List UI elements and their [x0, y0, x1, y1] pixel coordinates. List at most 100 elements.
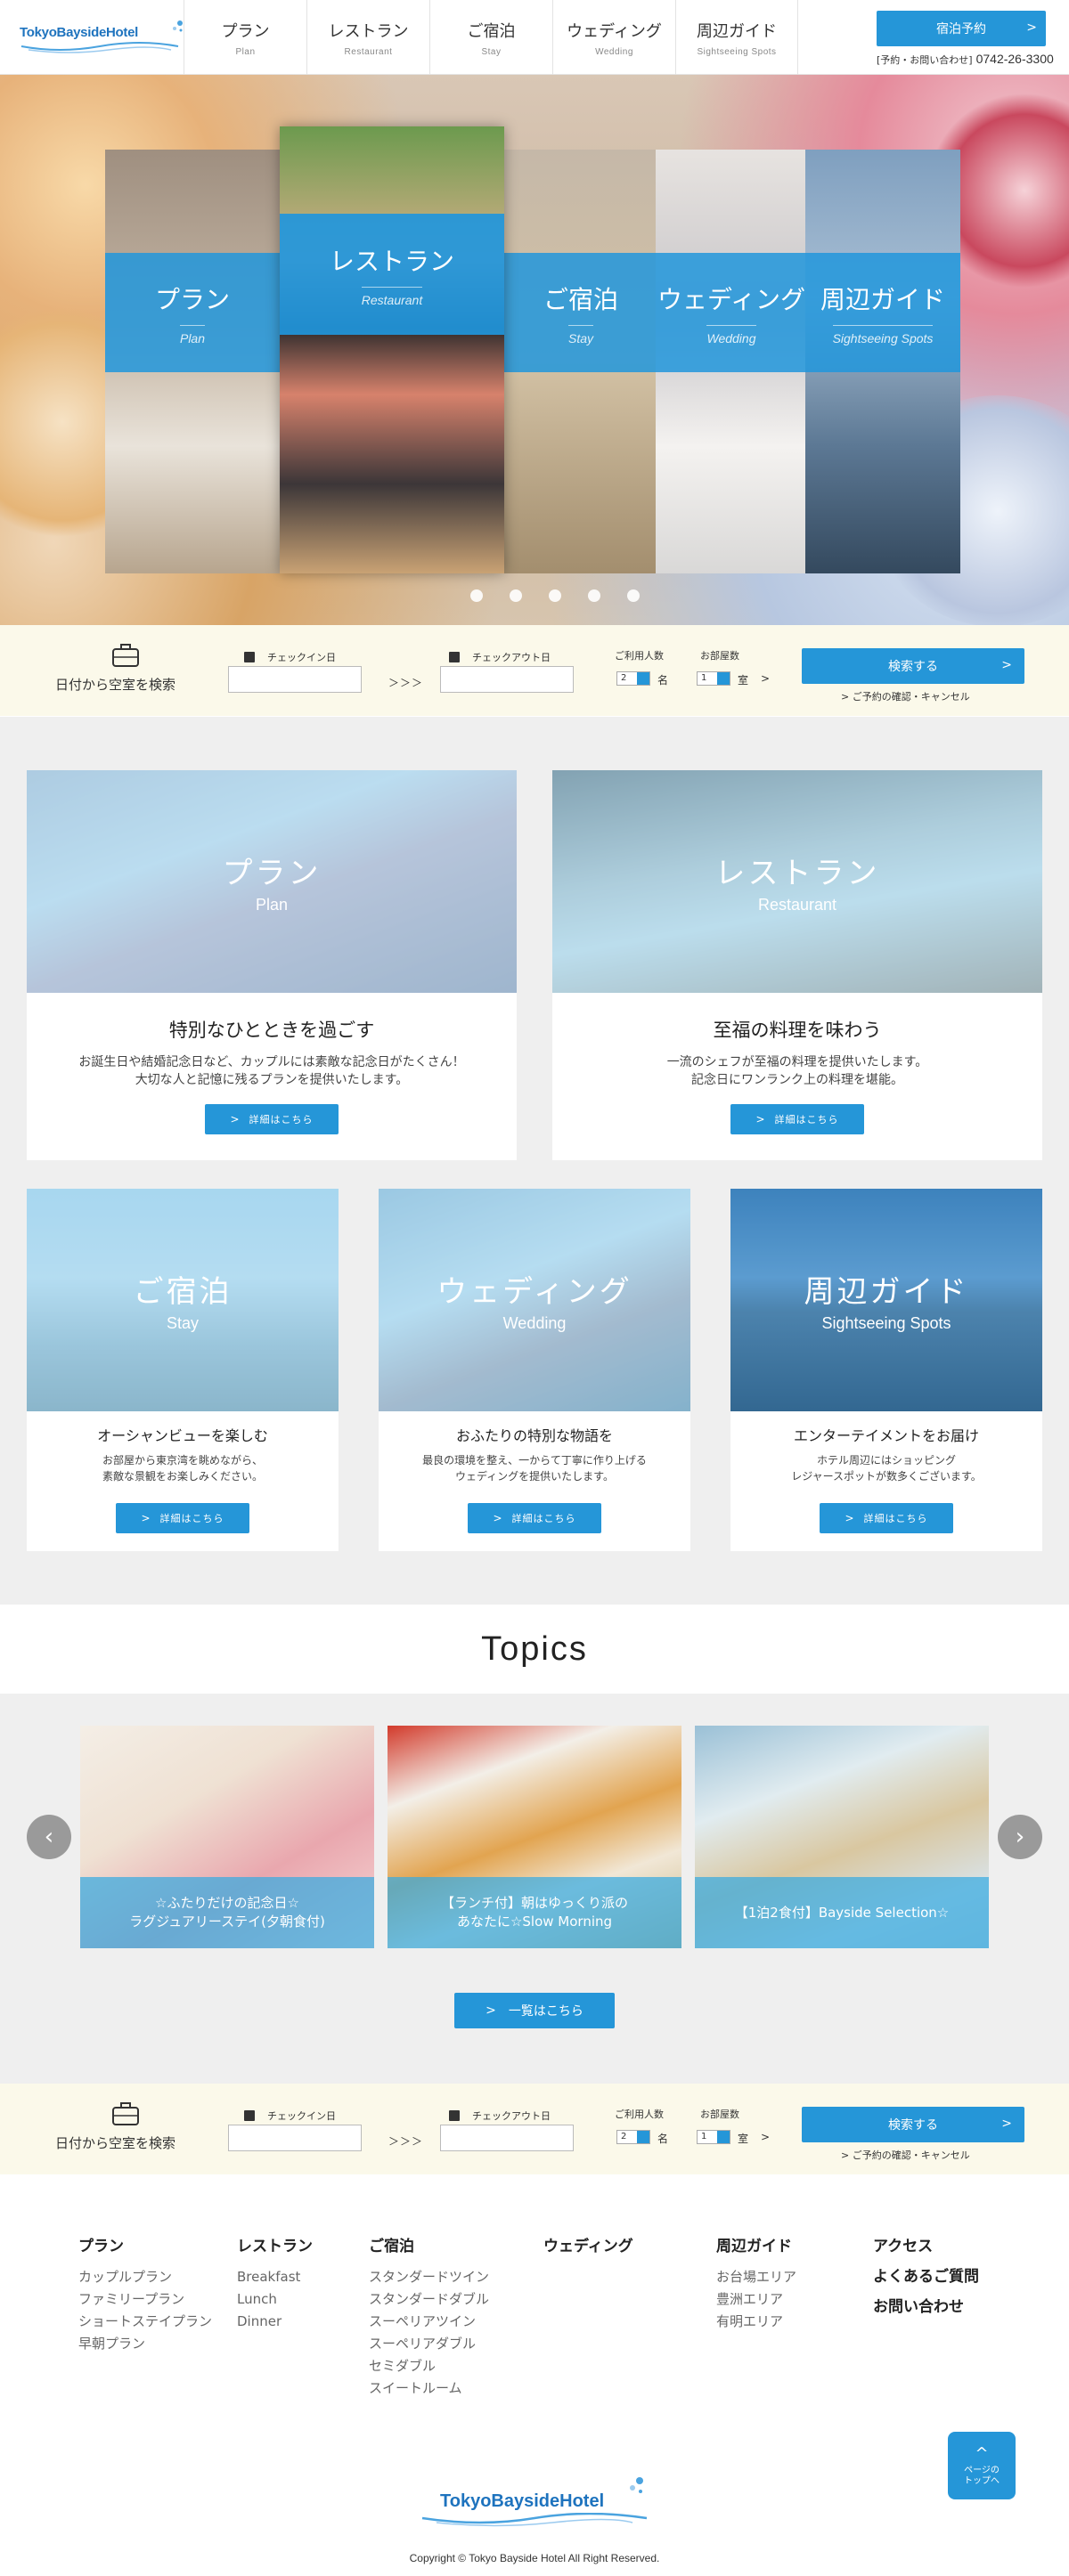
card-image[interactable]: ご宿泊 Stay	[27, 1189, 339, 1411]
footer-link[interactable]: カップルプラン	[78, 2266, 212, 2288]
logo-wave-icon	[421, 2513, 648, 2527]
card-image[interactable]: 周辺ガイド Sightseeing Spots	[730, 1189, 1042, 1411]
hero-panel-sightseeing[interactable]: 周辺ガイド Sightseeing Spots	[805, 150, 960, 573]
reservation-confirm-link[interactable]: > ご予約の確認・キャンセル	[841, 689, 970, 703]
footer-column-wedding: ウェディング	[543, 2233, 633, 2266]
topic-item[interactable]: 【1泊2食付】Bayside Selection☆	[695, 1726, 989, 1948]
card-overlay-subtitle: Restaurant	[757, 896, 837, 914]
footer-column-restaurant: レストラン Breakfast Lunch Dinner	[237, 2233, 313, 2333]
footer-link[interactable]: Dinner	[237, 2311, 313, 2333]
rooms-select[interactable]: 1	[697, 2130, 730, 2144]
card-more-button[interactable]: > 詳細はこちら	[820, 1503, 953, 1533]
footer-link[interactable]: Breakfast	[237, 2266, 313, 2288]
rooms-unit: 室	[738, 2133, 749, 2145]
chevron-right-icon: >	[493, 1512, 503, 1524]
rooms-select[interactable]: 1	[697, 671, 730, 686]
footer-link[interactable]: ショートステイプラン	[78, 2311, 212, 2333]
hero-panel-plan[interactable]: プラン Plan	[105, 150, 280, 573]
footer-link[interactable]: スイートルーム	[369, 2377, 489, 2400]
card-more-button[interactable]: > 詳細はこちら	[205, 1104, 339, 1134]
hero-panel-restaurant[interactable]: レストラン Restaurant	[280, 126, 504, 573]
logo-wave-icon	[20, 42, 179, 53]
footer-link[interactable]: スタンダードダブル	[369, 2288, 489, 2311]
carousel-prev-button[interactable]: ‹	[27, 1815, 71, 1859]
hero-panel-subtitle: Plan	[179, 324, 206, 345]
footer-contact-link[interactable]: お問い合わせ	[873, 2292, 979, 2322]
nav-item-sightseeing[interactable]: 周辺ガイド Sightseeing Spots	[675, 0, 798, 75]
footer-link[interactable]: ファミリープラン	[78, 2288, 212, 2311]
chevron-right-icon: >	[761, 2131, 771, 2143]
footer-link[interactable]: セミダブル	[369, 2355, 489, 2377]
site-logo[interactable]: TokyoBaysideHotel	[20, 20, 183, 55]
carousel-next-button[interactable]: ›	[998, 1815, 1042, 1859]
footer-link[interactable]: 豊洲エリア	[716, 2288, 796, 2311]
copyright: Copyright © Tokyo Bayside Hotel All Righ…	[409, 2552, 660, 2564]
nav-item-stay[interactable]: ご宿泊 Stay	[429, 0, 552, 75]
logo-text: TokyoBaysideHotel	[20, 25, 138, 40]
page-top-label: ページの トップへ	[964, 2465, 1000, 2486]
guests-label: ご利用人数	[615, 2109, 664, 2120]
topic-item[interactable]: 【ランチ付】朝はゆっくり派の あなたに☆Slow Morning	[388, 1726, 681, 1948]
footer-heading[interactable]: レストラン	[237, 2233, 313, 2255]
checkin-label: チェックイン日	[244, 650, 336, 664]
contact-label: [予約・お問い合わせ]	[877, 54, 973, 66]
checkin-date-field[interactable]	[228, 2125, 362, 2151]
nav-item-wedding[interactable]: ウェディング Wedding	[552, 0, 675, 75]
hero-panel-title: 周辺ガイド	[820, 284, 945, 314]
guests-select[interactable]: 2	[616, 2130, 650, 2144]
topic-caption: 【ランチ付】朝はゆっくり派の あなたに☆Slow Morning	[388, 1877, 681, 1948]
page-top-button[interactable]: ^ ページの トップへ	[948, 2432, 1016, 2499]
slider-dot[interactable]	[470, 589, 483, 602]
slider-dot[interactable]	[588, 589, 600, 602]
chevron-right-icon: >	[755, 1113, 766, 1125]
checkin-label: チェックイン日	[244, 2109, 336, 2123]
date-range-arrows: ＞＞＞	[388, 677, 424, 689]
topic-item[interactable]: ☆ふたりだけの記念日☆ ラグジュアリーステイ(夕朝食付)	[80, 1726, 374, 1948]
slider-dot[interactable]	[549, 589, 561, 602]
reservation-confirm-link[interactable]: > ご予約の確認・キャンセル	[841, 2148, 970, 2162]
card-more-button[interactable]: > 詳細はこちら	[468, 1503, 601, 1533]
checkout-date-field[interactable]	[440, 2125, 574, 2151]
footer-link[interactable]: スーペリアダブル	[369, 2333, 489, 2355]
footer-heading[interactable]: プラン	[78, 2233, 212, 2255]
card-more-button[interactable]: > 詳細はこちら	[730, 1104, 864, 1134]
vacancy-search-bar-bottom: 日付から空室を検索 チェックイン日 ＞＞＞ チェックアウト日 ご利用人数 2 名…	[0, 2084, 1069, 2174]
card-image-overlay: ウェディング Wedding	[379, 1189, 690, 1411]
search-submit-button[interactable]: 検索する >	[802, 648, 1024, 684]
nav-label: 周辺ガイド	[697, 21, 777, 41]
checkout-label: チェックアウト日	[449, 650, 551, 664]
footer-link[interactable]: 有明エリア	[716, 2311, 796, 2333]
reserve-button[interactable]: 宿泊予約 >	[877, 11, 1046, 46]
footer-faq-link[interactable]: よくあるご質問	[873, 2262, 979, 2292]
hero-panel-stay[interactable]: ご宿泊 Stay	[502, 150, 659, 573]
footer-heading[interactable]: 周辺ガイド	[716, 2233, 796, 2255]
footer-logo[interactable]: TokyoBaysideHotel	[419, 2475, 650, 2529]
nav-item-plan[interactable]: プラン Plan	[184, 0, 306, 75]
card-image[interactable]: プラン Plan	[27, 770, 517, 993]
slider-dot[interactable]	[627, 589, 640, 602]
hero-panel-wedding[interactable]: ウェディング Wedding	[656, 150, 807, 573]
contact-tel[interactable]: 0742-26-3300	[976, 52, 1054, 66]
footer-link[interactable]: スーペリアツイン	[369, 2311, 489, 2333]
footer-link[interactable]: お台場エリア	[716, 2266, 796, 2288]
card-image[interactable]: ウェディング Wedding	[379, 1189, 690, 1411]
slider-dot[interactable]	[510, 589, 522, 602]
rooms-unit: 室	[738, 674, 749, 687]
card-overlay-subtitle: Plan	[255, 896, 289, 914]
footer-heading[interactable]: ご宿泊	[369, 2233, 489, 2255]
topics-list-button[interactable]: > 一覧はこちら	[454, 1993, 615, 2028]
footer-link[interactable]: スタンダードツイン	[369, 2266, 489, 2288]
footer-heading[interactable]: ウェディング	[543, 2233, 633, 2255]
checkout-date-field[interactable]	[440, 666, 574, 693]
search-submit-button[interactable]: 検索する >	[802, 2107, 1024, 2142]
suitcase-icon	[112, 2102, 139, 2125]
checkin-date-field[interactable]	[228, 666, 362, 693]
footer-link[interactable]: Lunch	[237, 2288, 313, 2311]
guests-unit: 名	[657, 2133, 669, 2145]
card-more-button[interactable]: > 詳細はこちら	[116, 1503, 249, 1533]
card-image[interactable]: レストラン Restaurant	[552, 770, 1042, 993]
nav-item-restaurant[interactable]: レストラン Restaurant	[306, 0, 429, 75]
footer-access-link[interactable]: アクセス	[873, 2231, 979, 2262]
guests-select[interactable]: 2	[616, 671, 650, 686]
footer-link[interactable]: 早朝プラン	[78, 2333, 212, 2355]
